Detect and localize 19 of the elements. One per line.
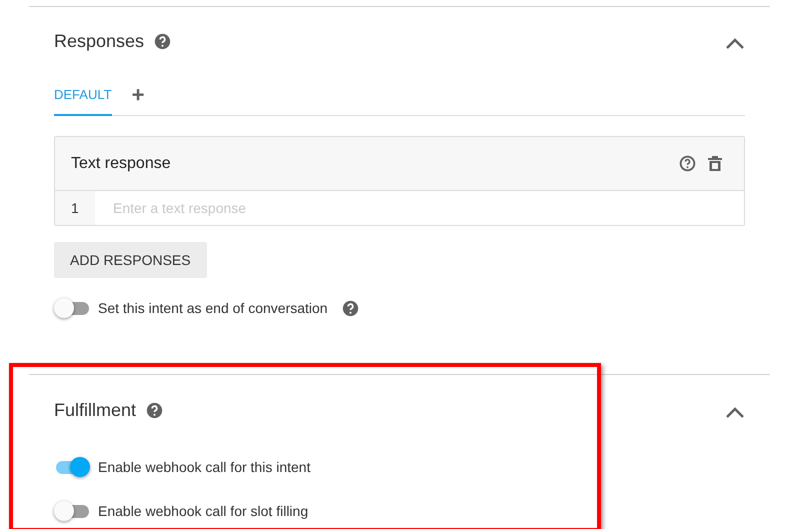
section-title: Fulfillment xyxy=(54,400,136,420)
delete-icon[interactable] xyxy=(708,155,722,172)
help-icon[interactable] xyxy=(154,32,172,50)
collapse-icon[interactable] xyxy=(725,38,745,50)
row-number: 1 xyxy=(55,191,95,225)
help-icon[interactable] xyxy=(146,402,164,418)
toggle-label: Enable webhook call for this intent xyxy=(98,459,310,475)
toggle-label: Set this intent as end of conversation xyxy=(98,300,328,316)
toggle-switch[interactable] xyxy=(54,297,90,319)
collapse-icon[interactable] xyxy=(725,407,745,419)
add-tab-button[interactable]: + xyxy=(132,84,144,106)
toggle-switch[interactable] xyxy=(54,500,90,522)
section-title: Responses xyxy=(54,30,144,52)
help-icon[interactable] xyxy=(679,155,696,172)
add-responses-button[interactable]: ADD RESPONSES xyxy=(54,242,207,278)
toggle-label: Enable webhook call for slot filling xyxy=(98,503,308,519)
toggle-switch[interactable] xyxy=(54,456,90,478)
help-icon[interactable] xyxy=(342,300,359,316)
card-title: Text response xyxy=(71,154,171,172)
